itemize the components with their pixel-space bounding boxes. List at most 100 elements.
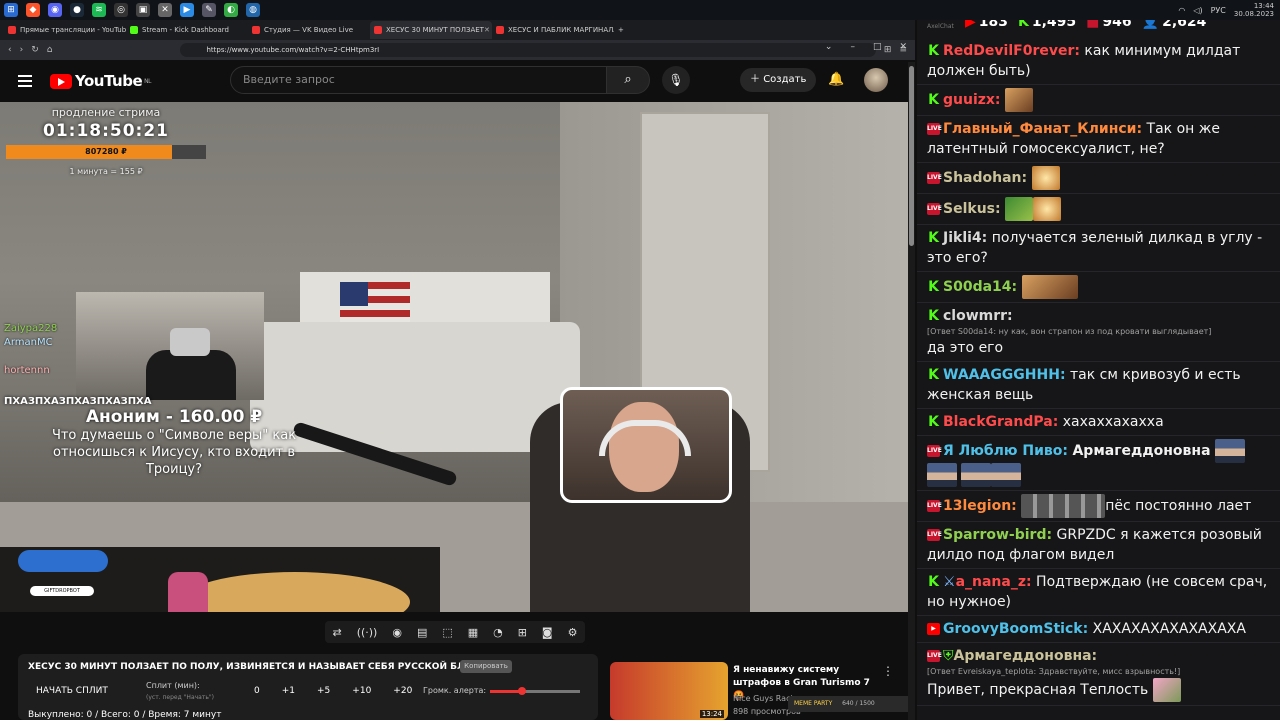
forward-icon[interactable]: › [20, 45, 24, 55]
home-icon[interactable]: ⌂ [47, 45, 53, 55]
tab-youtube-studio[interactable]: Прямые трансляции - YouTube Studio [4, 21, 126, 39]
chat-username[interactable]: Selkus: [943, 201, 1001, 217]
vk-favicon-icon [252, 26, 260, 34]
overlay-webcam-left [76, 292, 264, 400]
tab-other-video[interactable]: ХЕСУС И ПАБЛИК МАРГИНАЛА СЕ [492, 21, 614, 39]
app-icon[interactable]: ▶ [180, 3, 194, 17]
timer-rate: 1 минута = 155 ₽ [69, 167, 143, 176]
split-value-button[interactable]: +5 [317, 686, 330, 696]
film-icon[interactable]: ▤ [417, 626, 427, 639]
voice-search-button[interactable]: 🎙 [662, 66, 690, 94]
chat-username[interactable]: Главный_Фанат_Клинси: [943, 121, 1142, 137]
chat-text: хахаххахахха [1062, 414, 1164, 430]
notifications-bell-icon[interactable]: 🔔 [828, 72, 844, 87]
new-tab-button[interactable]: + [614, 21, 634, 39]
app-icon[interactable]: ◍ [246, 3, 260, 17]
chat-username[interactable]: clowmrr: [943, 308, 1013, 324]
chat-username[interactable]: Sparrow-bird: [943, 527, 1052, 543]
obs-icon[interactable]: ◎ [114, 3, 128, 17]
swap-icon[interactable]: ⇄ [332, 626, 341, 639]
video-thumbnail[interactable]: 13:24 [610, 662, 728, 720]
avatar[interactable] [864, 68, 888, 92]
maximize-icon[interactable]: □ [873, 42, 882, 52]
volume-icon[interactable]: ◁) [1193, 6, 1202, 15]
minimize-icon[interactable]: – [850, 42, 855, 52]
vk-viewer-count: 946 [1102, 20, 1132, 30]
page-scrollbar[interactable] [908, 62, 915, 720]
emote [961, 463, 992, 487]
scrollbar-thumb[interactable] [909, 66, 914, 246]
chat-username[interactable]: BlackGrandPa: [943, 414, 1058, 430]
chevron-down-icon[interactable]: ⌄ [825, 42, 833, 52]
close-tab-icon[interactable]: ✕ [484, 26, 490, 34]
chat-text: да это его [927, 340, 1004, 356]
gear-icon[interactable]: ⚙ [568, 626, 578, 639]
youtube-logo[interactable]: YouTube NL [50, 72, 151, 90]
create-button[interactable]: ＋ Создать [740, 68, 817, 92]
tab-vk-live[interactable]: Студия — VK Видео Live [248, 21, 370, 39]
search-button[interactable]: ⌕ [606, 66, 650, 94]
camera-icon[interactable]: ◙ [542, 626, 553, 639]
chat-username[interactable]: Shadohan: [943, 170, 1027, 186]
back-icon[interactable]: ‹ [8, 45, 12, 55]
chat-username[interactable]: Jikli4: [943, 230, 987, 246]
split-value-button[interactable]: +20 [393, 686, 412, 696]
crop-icon[interactable]: ⬚ [442, 626, 452, 639]
split-value-button[interactable]: +1 [282, 686, 295, 696]
kick-icon: K [927, 92, 940, 108]
emote [1033, 197, 1062, 221]
vk-live-icon: LIVE [927, 123, 942, 135]
chat-username[interactable]: RedDevilF0rever: [943, 43, 1080, 59]
radio-icon[interactable]: ((·)) [357, 626, 378, 639]
clock-time: 13:44 [1253, 2, 1274, 10]
app-icon[interactable]: ▣ [136, 3, 150, 17]
tab-kick-dashboard[interactable]: Stream - Kick Dashboard [126, 21, 248, 39]
brave-browser-icon[interactable]: ◆ [26, 3, 40, 17]
app-icon[interactable]: ✕ [158, 3, 172, 17]
tab-current-video[interactable]: ХЕСУС 30 МИНУТ ПОЛЗАЕТ ✕ [370, 21, 492, 39]
alert-volume-slider[interactable] [490, 687, 580, 695]
chat-username[interactable]: 13legion: [943, 498, 1017, 514]
mini-chat-name: ArmanMC [4, 337, 53, 348]
copy-button[interactable]: Копировать [460, 660, 512, 673]
chat-username[interactable]: Я Люблю Пиво: [943, 443, 1068, 459]
vk-live-icon: LIVE [927, 650, 942, 662]
clock[interactable]: 13:44 30.08.2023 [1234, 2, 1274, 18]
chat-username[interactable]: S00da14: [943, 279, 1017, 295]
more-options-icon[interactable]: ⋮ [882, 664, 894, 678]
chat-username[interactable]: guuizx: [943, 92, 1001, 108]
volume-fill [490, 690, 522, 693]
grid-icon[interactable]: ▦ [468, 626, 478, 639]
youtube-logo-text: YouTube [75, 72, 143, 90]
wifi-icon[interactable]: ◠ [1178, 6, 1185, 15]
reload-icon[interactable]: ↻ [31, 45, 39, 55]
split-value-button[interactable]: 0 [254, 686, 260, 696]
app-icon[interactable]: ✎ [202, 3, 216, 17]
windows-start-icon[interactable]: ⊞ [4, 3, 18, 17]
language-indicator[interactable]: РУС [1211, 6, 1226, 15]
split-label: Сплит (мин): [146, 681, 200, 690]
volume-knob[interactable] [517, 687, 526, 695]
chat-message: K BlackGrandPa: хахаххахахха [917, 409, 1280, 436]
close-icon[interactable]: ✕ [899, 42, 907, 52]
discord-icon[interactable]: ◉ [48, 3, 62, 17]
hamburger-menu-icon[interactable] [18, 72, 32, 90]
video-title: ХЕСУС 30 МИНУТ ПОЛЗАЕТ ПО ПОЛУ, ИЗВИНЯЕТ… [28, 662, 491, 672]
app-icon[interactable]: ◐ [224, 3, 238, 17]
search-input[interactable]: Введите запрос [230, 66, 610, 94]
donation-alert: ПХАЗПХАЗПХАЗПХАЗПХА Аноним - 160.00 ₽ Чт… [4, 396, 304, 478]
chat-username[interactable]: Армагеддоновна: [954, 648, 1098, 664]
eye-icon[interactable]: ◉ [392, 626, 402, 639]
sold-counter: Выкуплено: 0 / Всего: 0 / Время: 7 минут [28, 710, 222, 720]
steam-icon[interactable]: ● [70, 3, 84, 17]
split-value-button[interactable]: +10 [352, 686, 371, 696]
chat-username[interactable]: GroovyBoomStick: [943, 621, 1088, 637]
spotify-icon[interactable]: ≋ [92, 3, 106, 17]
chat-username[interactable]: WAAAGGGHHH: [943, 367, 1066, 383]
plus-box-icon[interactable]: ⊞ [518, 626, 527, 639]
chat-username[interactable]: a_nana_z: [956, 574, 1032, 590]
start-split-button[interactable]: НАЧАТЬ СПЛИТ [36, 686, 108, 696]
url-field[interactable]: https://www.youtube.com/watch?v=2-CHHtpm… [180, 43, 876, 57]
speed-icon[interactable]: ◔ [493, 626, 503, 639]
emote [1152, 678, 1181, 702]
